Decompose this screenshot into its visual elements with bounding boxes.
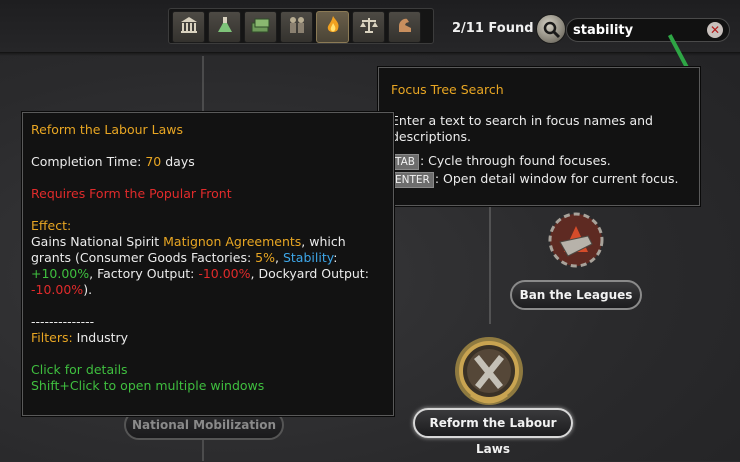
click-hint: Click for details [31,362,128,377]
enter-key: ENTER [391,172,434,188]
national-spirit-name: Matignon Agreements [163,234,302,249]
topbar-shadow [0,52,740,56]
clear-search-icon[interactable]: ✕ [707,22,723,38]
dockyard-output-value: -10.00% [31,282,84,297]
reform-labour-focus-icon[interactable] [449,333,529,413]
ban-leagues-focus[interactable]: Ban the Leagues [510,280,642,310]
enter-key-text: : Open detail window for current focus. [434,171,679,186]
tab-key-row: TAB: Cycle through found focuses. [391,153,687,170]
stability-value: +10.00% [31,266,90,281]
ban-leagues-focus-icon[interactable] [548,212,604,268]
tab-key-text: : Cycle through found focuses. [420,153,611,168]
research-filter-button[interactable] [208,11,241,43]
focus-filter-buttons [168,8,434,44]
search-tooltip: Focus Tree Search Enter a text to search… [378,67,700,206]
bank-icon [179,15,199,39]
arm-icon [395,15,415,39]
tab-key: TAB [391,154,419,170]
focus-filters: Filters: Industry [31,330,129,345]
factory-output-value: -10.00% [198,266,251,281]
search-button[interactable] [536,14,566,44]
effect-label: Effect: [31,218,72,233]
consumer-goods-value: 5% [255,250,276,265]
industry-filter-button[interactable] [244,11,277,43]
search-tooltip-description: Enter a text to search in focus names an… [391,113,653,144]
search-found-count: 2/11 Found [452,21,534,36]
political-filter-button[interactable] [172,11,205,43]
focus-search-input[interactable] [566,18,730,42]
enter-key-row: ENTER: Open detail window for current fo… [391,171,687,188]
completion-time-value: 70 [145,154,162,169]
money-icon [250,15,272,39]
stability-filter-button[interactable] [316,11,349,43]
search-tooltip-title: Focus Tree Search [391,82,504,97]
tree-connector [489,206,491,324]
focus-tooltip-title: Reform the Labour Laws [31,122,184,137]
scales-icon [359,15,379,39]
manpower-filter-button[interactable] [388,11,421,43]
search-icon [543,21,561,39]
flask-icon [215,15,235,39]
shift-click-hint: Shift+Click to open multiple windows [31,378,265,393]
completion-time: Completion Time: 70 days [31,154,195,169]
reform-labour-focus[interactable]: Reform the Labour Laws [413,408,573,456]
soldiers-icon [286,15,308,39]
effect-text: Gains National Spirit Matignon Agreement… [31,234,369,297]
army-filter-button[interactable] [280,11,313,43]
focus-requirement: Requires Form the Popular Front [31,186,232,201]
stability-label: Stability [282,250,334,265]
diplomacy-filter-button[interactable] [352,11,385,43]
focus-tooltip: Reform the Labour Laws Completion Time: … [22,112,394,416]
tooltip-separator: -------------- [31,314,95,329]
fire-icon [323,15,343,39]
